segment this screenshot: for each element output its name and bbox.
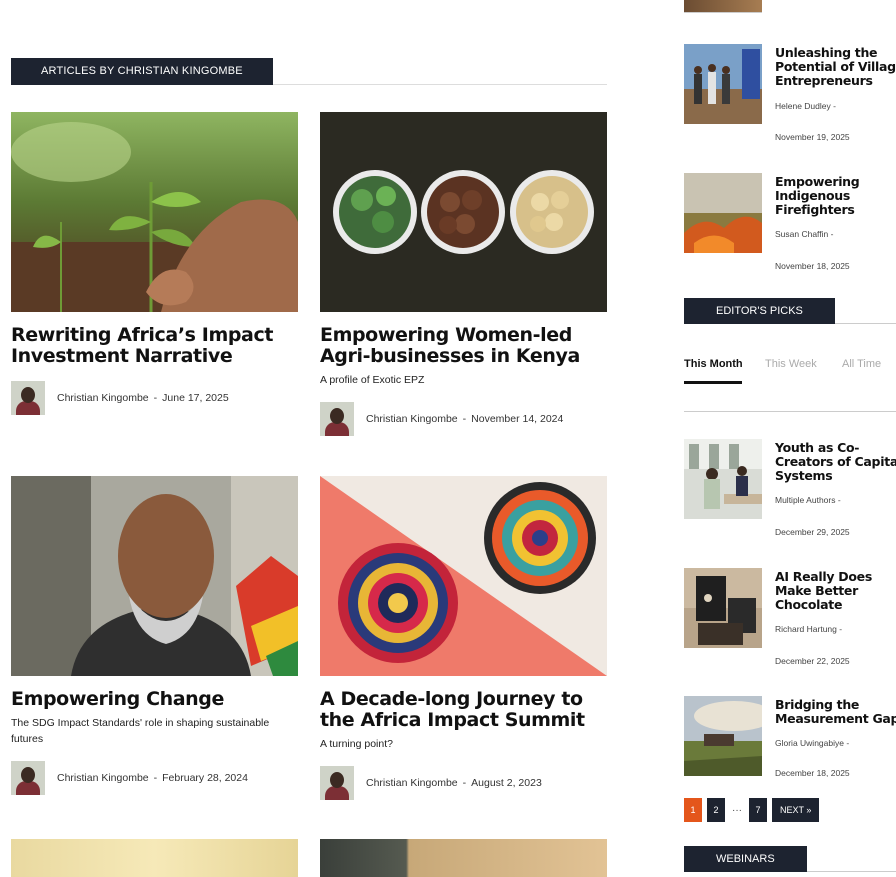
webinars-header: WEBINARS	[684, 846, 896, 872]
sidebar-article-image[interactable]	[684, 568, 762, 648]
article-date: August 2, 2023	[471, 777, 542, 789]
sidebar-article-date: November 19, 2025	[775, 132, 850, 142]
article-image-portrait[interactable]	[11, 476, 298, 676]
section-title: ARTICLES BY CHRISTIAN KINGOMBE	[11, 58, 273, 85]
sidebar-article-author[interactable]: Richard Hartung -	[775, 624, 842, 634]
article-image-seedling[interactable]	[11, 112, 298, 312]
webinars-title: WEBINARS	[684, 846, 807, 872]
article-card[interactable]: Empowering Change The SDG Impact Standar…	[11, 476, 298, 795]
article-image-nuts[interactable]	[320, 112, 607, 312]
sidebar-article-title[interactable]: Youth as Co-Creators of Capital Systems	[775, 441, 896, 483]
article-title[interactable]: Empowering Change	[11, 689, 298, 710]
page-7-button[interactable]: 7	[749, 798, 767, 822]
sidebar-article-author[interactable]: Helene Dudley -	[775, 101, 836, 111]
sidebar-article-image[interactable]	[684, 439, 762, 519]
tab-this-week[interactable]: This Week	[765, 358, 817, 370]
article-title[interactable]: Empowering Women-led Agri-businesses in …	[320, 325, 607, 367]
article-card[interactable]: Empowering Women-led Agri-businesses in …	[320, 112, 607, 436]
tab-this-month[interactable]: This Month	[684, 358, 743, 370]
article-image-baskets[interactable]	[320, 476, 607, 676]
section-header: ARTICLES BY CHRISTIAN KINGOMBE	[11, 58, 607, 85]
sidebar-article-image[interactable]	[684, 44, 762, 124]
sidebar-article-title[interactable]: AI Really Does Make Better Chocolate	[775, 570, 896, 612]
article-subtitle: A profile of Exotic EPZ	[320, 374, 425, 386]
sidebar-article-title[interactable]: Empowering Indigenous Firefighters	[775, 175, 896, 217]
editors-pick-article[interactable]: AI Really Does Make Better Chocolate Ric…	[684, 568, 896, 666]
article-meta: Christian Kingombe - June 17, 2025	[11, 381, 298, 415]
sidebar-article[interactable]: Unleashing the Potential of Village Entr…	[684, 44, 896, 142]
page-2-button[interactable]: 2	[707, 798, 725, 822]
pagination-ellipsis: ···	[732, 804, 742, 816]
sidebar-article-title-l1[interactable]: Unleashing the Potential of Village Entr…	[775, 46, 896, 88]
sidebar-article-date: December 18, 2025	[775, 768, 850, 778]
article-card[interactable]: A Decade-long Journey to the Africa Impa…	[320, 476, 607, 800]
next-page-button[interactable]: NEXT »	[772, 798, 820, 822]
article-title[interactable]: Rewriting Africa’s Impact Investment Nar…	[11, 325, 298, 367]
article-image-partial[interactable]	[320, 839, 607, 877]
active-tab-indicator	[684, 381, 742, 384]
article-date: June 17, 2025	[162, 392, 229, 404]
article-date: November 14, 2024	[471, 413, 564, 425]
sidebar-article-author[interactable]: Susan Chaffin -	[775, 229, 833, 239]
meta-separator: -	[462, 413, 467, 425]
article-meta: Christian Kingombe - November 14, 2024	[320, 402, 607, 436]
sidebar-article-image[interactable]	[684, 173, 762, 253]
editors-pick-article[interactable]: Youth as Co-Creators of Capital Systems …	[684, 439, 896, 537]
author-name[interactable]: Christian Kingombe	[57, 772, 149, 784]
pagination: 1 2 ··· 7 NEXT »	[684, 798, 820, 822]
editors-picks-title: EDITOR'S PICKS	[684, 298, 835, 324]
article-date: February 28, 2024	[162, 772, 248, 784]
editors-pick-article[interactable]: Bridging the Measurement Gap Gloria Uwin…	[684, 696, 896, 786]
meta-separator: -	[153, 772, 158, 784]
article-card[interactable]: Rewriting Africa’s Impact Investment Nar…	[11, 112, 298, 415]
sidebar-article-image[interactable]	[684, 696, 762, 776]
article-subtitle: The SDG Impact Standards' role in shapin…	[11, 717, 270, 745]
sidebar-article-date: November 18, 2025	[775, 261, 850, 271]
tab-all-time[interactable]: All Time	[842, 358, 881, 370]
article-subtitle: A turning point?	[320, 738, 393, 750]
author-name[interactable]: Christian Kingombe	[366, 777, 458, 789]
meta-separator: -	[462, 777, 467, 789]
sidebar-article-title[interactable]: Bridging the Measurement Gap	[775, 698, 896, 726]
divider	[684, 12, 762, 13]
sidebar-article-date: December 22, 2025	[775, 656, 850, 666]
article-meta: Christian Kingombe - February 28, 2024	[11, 761, 298, 795]
editors-picks-tabs: This Month This Week All Time	[684, 356, 896, 412]
article-meta: Christian Kingombe - August 2, 2023	[320, 766, 607, 800]
sidebar-article-date: December 29, 2025	[775, 527, 850, 537]
author-avatar[interactable]	[320, 402, 354, 436]
page-1-button[interactable]: 1	[684, 798, 702, 822]
editors-picks-header: EDITOR'S PICKS	[684, 298, 896, 324]
article-title[interactable]: A Decade-long Journey to the Africa Impa…	[320, 689, 607, 731]
sidebar-image-partial[interactable]	[684, 0, 762, 12]
author-avatar[interactable]	[11, 381, 45, 415]
author-avatar[interactable]	[11, 761, 45, 795]
sidebar-article[interactable]: Empowering Indigenous Firefighters Susan…	[684, 173, 896, 271]
author-name[interactable]: Christian Kingombe	[366, 413, 458, 425]
sidebar-article-author[interactable]: Gloria Uwingabiye -	[775, 738, 849, 748]
author-name[interactable]: Christian Kingombe	[57, 392, 149, 404]
sidebar-article-author[interactable]: Multiple Authors -	[775, 495, 841, 505]
page: ARTICLES BY CHRISTIAN KINGOMBE Rewriting…	[0, 0, 896, 877]
author-avatar[interactable]	[320, 766, 354, 800]
meta-separator: -	[153, 392, 158, 404]
article-image-partial[interactable]	[11, 839, 298, 877]
